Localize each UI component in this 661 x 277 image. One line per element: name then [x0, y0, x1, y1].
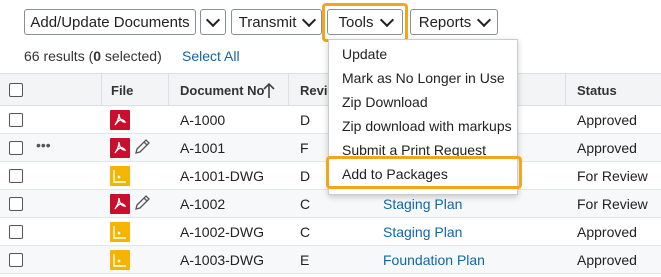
reports-button[interactable]: Reports: [410, 9, 498, 35]
dwg-file-icon[interactable]: [110, 250, 130, 270]
reports-label: Reports: [418, 13, 472, 31]
add-update-documents-label: Add/Update Documents: [30, 13, 190, 31]
pdf-file-icon[interactable]: [110, 138, 130, 158]
status: Approved: [577, 252, 637, 268]
add-update-documents-button[interactable]: Add/Update Documents: [24, 9, 196, 35]
transmit-label: Transmit: [238, 13, 297, 31]
chevron-down-icon: [477, 12, 492, 27]
results-count: 66 results (0 selected): [24, 48, 162, 64]
table-row[interactable]: A-1002-DWG C Staging Plan Approved: [0, 218, 661, 246]
revision: C: [300, 224, 311, 240]
revision: C: [300, 196, 311, 212]
header-status[interactable]: Status: [577, 83, 617, 98]
row-checkbox[interactable]: [9, 169, 23, 183]
header-divider: [168, 74, 169, 105]
status: For Review: [577, 196, 648, 212]
header-divider: [288, 74, 289, 105]
header-file[interactable]: File: [111, 83, 133, 98]
tools-highlight: [322, 3, 408, 42]
status: Approved: [577, 112, 637, 128]
dwg-file-icon[interactable]: [110, 166, 130, 186]
menu-item-zip-download-markups[interactable]: Zip download with markups: [342, 118, 512, 134]
menu-item-update[interactable]: Update: [342, 46, 387, 62]
header-document-no[interactable]: Document No: [180, 83, 265, 98]
pencil-markup-icon[interactable]: [133, 138, 151, 156]
results-count-prefix: 66 results (: [24, 48, 94, 64]
pdf-file-icon[interactable]: [110, 110, 130, 130]
add-to-packages-highlight: [326, 156, 522, 189]
menu-item-mark-no-longer-in-use[interactable]: Mark as No Longer in Use: [342, 70, 505, 86]
revision: D: [300, 112, 311, 128]
document-number[interactable]: A-1002: [180, 196, 225, 212]
header-divider: [565, 74, 566, 105]
select-all-link[interactable]: Select All: [182, 48, 240, 64]
results-count-suffix: selected): [101, 48, 162, 64]
revision: D: [300, 168, 311, 184]
row-checkbox[interactable]: [9, 197, 23, 211]
menu-item-zip-download[interactable]: Zip Download: [342, 94, 428, 110]
more-options-icon[interactable]: •••: [36, 137, 51, 153]
revision: F: [300, 140, 309, 156]
document-title-link[interactable]: Staging Plan: [383, 224, 462, 240]
pdf-file-icon[interactable]: [110, 194, 130, 214]
document-title-link[interactable]: Staging Plan: [383, 196, 462, 212]
row-checkbox[interactable]: [9, 141, 23, 155]
document-number[interactable]: A-1001-DWG: [180, 168, 264, 184]
row-checkbox[interactable]: [9, 225, 23, 239]
pencil-markup-icon[interactable]: [133, 194, 151, 212]
document-number[interactable]: A-1002-DWG: [180, 224, 264, 240]
document-number[interactable]: A-1003-DWG: [180, 252, 264, 268]
chevron-down-icon: [205, 12, 221, 27]
transmit-button[interactable]: Transmit: [231, 9, 322, 35]
status: For Review: [577, 168, 648, 184]
document-number[interactable]: A-1000: [180, 112, 225, 128]
document-number[interactable]: A-1001: [180, 140, 225, 156]
document-title-link[interactable]: Foundation Plan: [383, 252, 485, 268]
status: Approved: [577, 140, 637, 156]
row-checkbox[interactable]: [9, 113, 23, 127]
selected-count: 0: [93, 48, 102, 64]
chevron-down-icon: [302, 12, 317, 27]
dwg-file-icon[interactable]: [110, 222, 130, 242]
table-row[interactable]: A-1003-DWG E Foundation Plan Approved: [0, 246, 661, 274]
revision: E: [300, 252, 310, 268]
select-all-checkbox[interactable]: [9, 83, 23, 97]
header-divider: [101, 74, 102, 105]
status: Approved: [577, 224, 637, 240]
sort-ascending-icon[interactable]: [263, 83, 275, 99]
row-checkbox[interactable]: [9, 253, 23, 267]
add-update-dropdown-button[interactable]: [200, 9, 226, 35]
